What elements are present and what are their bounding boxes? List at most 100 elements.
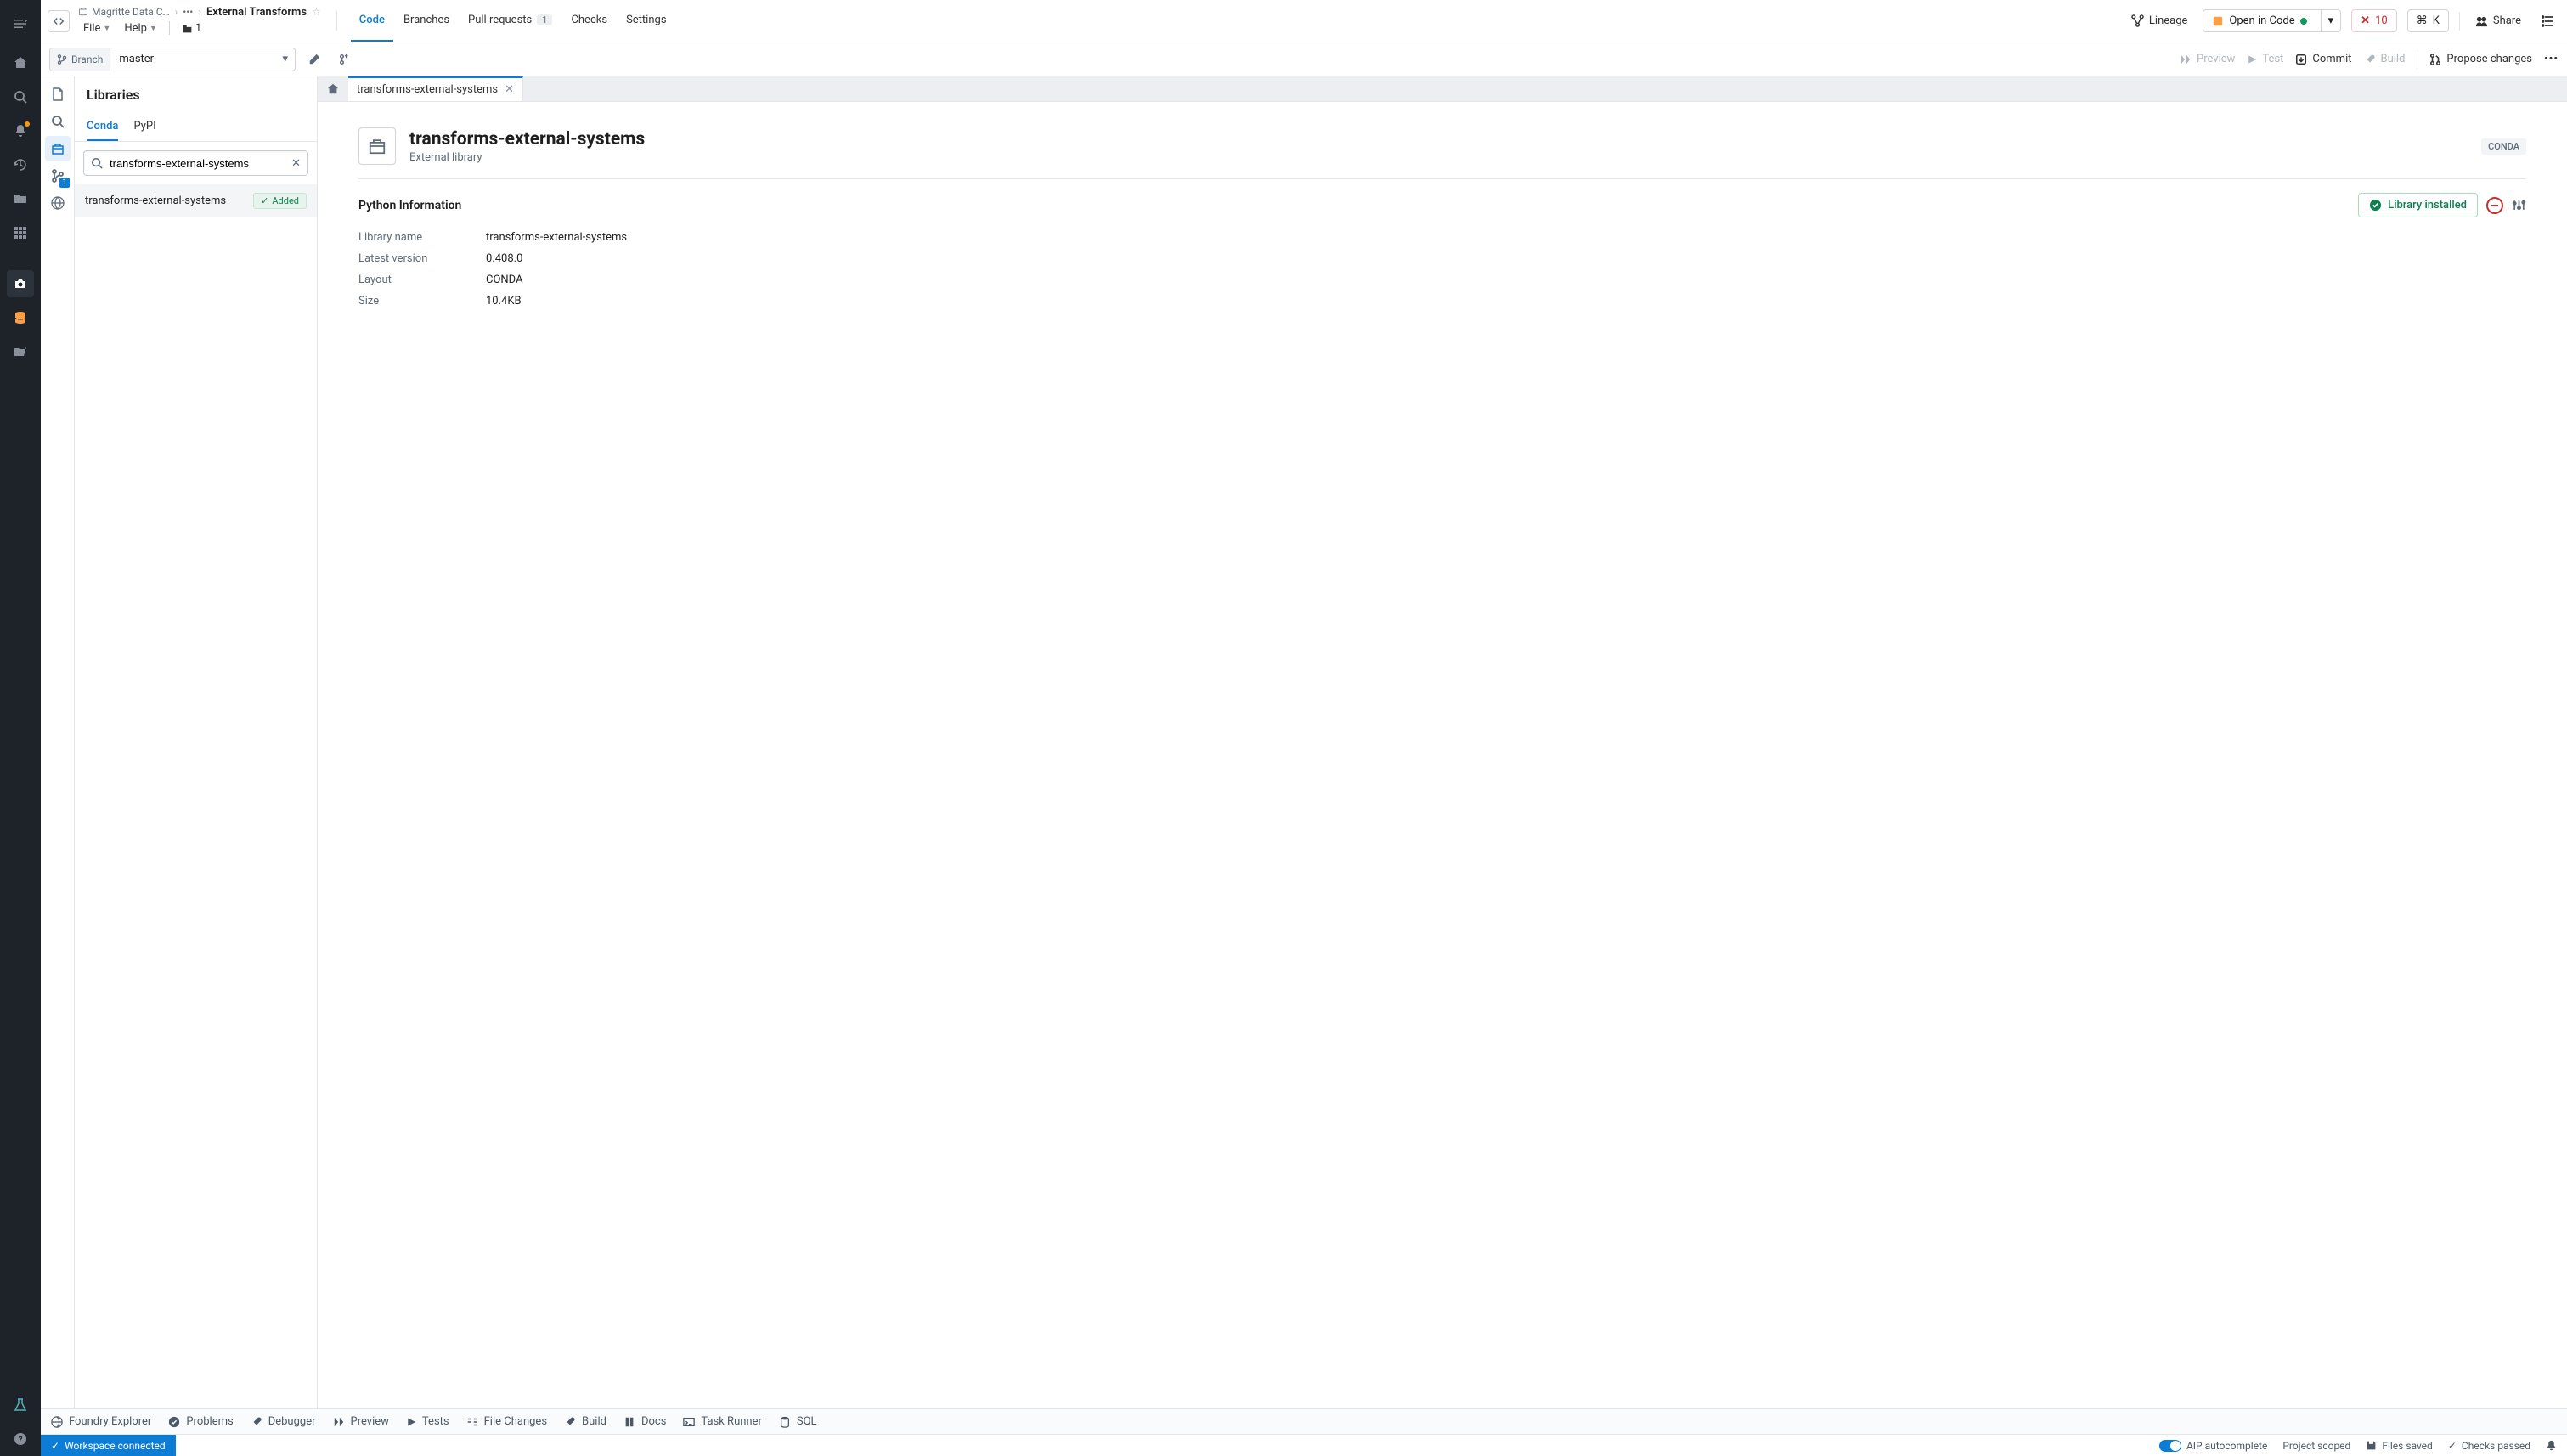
chevron-down-icon[interactable]: ▾ <box>2321 10 2341 31</box>
build-button[interactable]: Build <box>2364 53 2406 65</box>
tab-settings[interactable]: Settings <box>618 0 674 42</box>
new-branch-icon[interactable] <box>333 48 357 71</box>
value-size: 10.4KB <box>486 295 2526 308</box>
editor-tab[interactable]: transforms-external-systems ✕ <box>348 76 523 101</box>
panel-sql[interactable]: SQL <box>779 1415 817 1428</box>
status-bar: ✓Workspace connected AIP autocomplete Pr… <box>41 1434 2567 1456</box>
folder-icon[interactable] <box>7 185 34 212</box>
share-button[interactable]: Share <box>2470 11 2526 31</box>
notifications-icon[interactable] <box>7 117 34 144</box>
panel-build[interactable]: Build <box>564 1415 606 1428</box>
breadcrumb: Magritte Data C… › ••• › External Transf… <box>78 6 321 19</box>
home-tab-icon[interactable] <box>318 76 348 101</box>
editor-type-icon <box>48 10 70 32</box>
history-icon[interactable] <box>7 151 34 178</box>
keyboard-shortcut-button[interactable]: ⌘K <box>2407 9 2449 32</box>
bell-icon[interactable] <box>2546 1440 2557 1451</box>
search-panel-icon[interactable] <box>45 109 71 134</box>
value-library-name: transforms-external-systems <box>486 231 2526 244</box>
workspace-connected[interactable]: ✓Workspace connected <box>41 1435 176 1456</box>
test-button[interactable]: Test <box>2247 53 2283 65</box>
menu-toggle-icon[interactable] <box>7 10 34 37</box>
home-icon[interactable] <box>7 49 34 76</box>
star-icon[interactable]: ☆ <box>312 6 321 18</box>
label-latest-version: Latest version <box>358 252 486 265</box>
added-badge: ✓Added <box>253 193 307 209</box>
settings-icon[interactable] <box>2512 198 2526 212</box>
edit-icon[interactable] <box>302 48 326 71</box>
more-icon[interactable]: ••• <box>2544 53 2559 65</box>
breadcrumb-root[interactable]: Magritte Data C… <box>78 6 170 18</box>
file-icon[interactable] <box>45 82 71 107</box>
clear-icon[interactable]: ✕ <box>291 157 301 170</box>
tab-conda[interactable]: Conda <box>87 113 118 141</box>
package-subtitle: External library <box>409 151 645 164</box>
folder-open-icon[interactable] <box>7 338 34 365</box>
database-icon[interactable] <box>7 304 34 331</box>
value-latest-version: 0.408.0 <box>486 252 2526 265</box>
help-icon[interactable]: ? <box>7 1425 34 1453</box>
library-result-item[interactable]: transforms-external-systems ✓Added <box>75 184 317 217</box>
editor-tabs: transforms-external-systems ✕ <box>318 76 2567 102</box>
checks-passed[interactable]: ✓Checks passed <box>2448 1440 2530 1452</box>
project-scoped[interactable]: Project scoped <box>2282 1440 2350 1452</box>
git-icon[interactable]: 1 <box>45 163 71 189</box>
remove-icon[interactable] <box>2486 197 2503 214</box>
top-header: Magritte Data C… › ••• › External Transf… <box>41 0 2567 42</box>
library-name: transforms-external-systems <box>85 195 226 207</box>
package-icon <box>358 127 396 165</box>
org-count[interactable]: 1 <box>177 20 206 37</box>
tab-code[interactable]: Code <box>351 0 393 42</box>
tab-checks[interactable]: Checks <box>562 0 616 42</box>
tab-pypi[interactable]: PyPI <box>133 113 155 141</box>
label-size: Size <box>358 295 486 308</box>
camera-icon[interactable] <box>7 270 34 297</box>
commit-button[interactable]: Commit <box>2295 53 2351 65</box>
panel-debugger[interactable]: Debugger <box>251 1415 316 1428</box>
apps-icon[interactable] <box>7 219 34 246</box>
error-count-button[interactable]: ✕10 <box>2351 9 2397 32</box>
package-icon[interactable] <box>45 136 71 161</box>
close-icon[interactable]: ✕ <box>505 83 514 96</box>
files-saved[interactable]: Files saved <box>2366 1440 2433 1452</box>
bottom-panel: Foundry Explorer Problems Debugger Previ… <box>41 1408 2567 1434</box>
list-icon[interactable] <box>2536 11 2560 31</box>
branch-selector[interactable]: Branch master ▾ <box>49 48 296 71</box>
search-input[interactable] <box>110 157 285 170</box>
panel-foundry-explorer[interactable]: Foundry Explorer <box>51 1415 151 1428</box>
package-title: transforms-external-systems <box>409 129 645 150</box>
breadcrumb-current: External Transforms <box>206 6 307 19</box>
svg-text:?: ? <box>19 1436 23 1445</box>
panel-file-changes[interactable]: File Changes <box>466 1415 547 1428</box>
tab-branches[interactable]: Branches <box>395 0 458 42</box>
library-installed-button[interactable]: Library installed <box>2358 193 2478 217</box>
panel-task-runner[interactable]: Task Runner <box>683 1415 761 1428</box>
lab-icon[interactable] <box>7 1391 34 1419</box>
label-library-name: Library name <box>358 231 486 244</box>
library-search[interactable]: ✕ <box>83 150 308 176</box>
activity-bar: ? <box>0 0 41 1456</box>
search-icon <box>91 157 103 169</box>
info-section-header: Python Information <box>358 199 461 212</box>
preview-button[interactable]: Preview <box>2180 53 2235 65</box>
menu-help[interactable]: Help▼ <box>119 20 162 37</box>
label-layout: Layout <box>358 274 486 286</box>
value-layout: CONDA <box>486 274 2526 286</box>
info-table: Library name transforms-external-systems… <box>358 231 2526 308</box>
tool-strip: 1 <box>41 76 75 1408</box>
panel-preview[interactable]: Preview <box>333 1415 389 1428</box>
globe-icon[interactable] <box>45 190 71 216</box>
libraries-panel: Libraries Conda PyPI ✕ transforms-extern… <box>75 76 318 1408</box>
breadcrumb-ellipsis[interactable]: ••• <box>183 6 193 18</box>
propose-changes-button[interactable]: Propose changes <box>2429 53 2532 65</box>
lineage-button[interactable]: Lineage <box>2126 11 2193 31</box>
conda-badge: CONDA <box>2481 138 2526 155</box>
panel-docs[interactable]: Docs <box>623 1415 666 1428</box>
panel-problems[interactable]: Problems <box>168 1415 233 1428</box>
search-icon[interactable] <box>7 83 34 110</box>
panel-tests[interactable]: Tests <box>406 1415 449 1428</box>
menu-file[interactable]: File▼ <box>78 20 116 37</box>
tab-pull-requests[interactable]: Pull requests1 <box>460 0 561 42</box>
open-in-code-button[interactable]: Open in Code ▾ <box>2203 9 2341 32</box>
aip-autocomplete-toggle[interactable]: AIP autocomplete <box>2159 1440 2267 1452</box>
